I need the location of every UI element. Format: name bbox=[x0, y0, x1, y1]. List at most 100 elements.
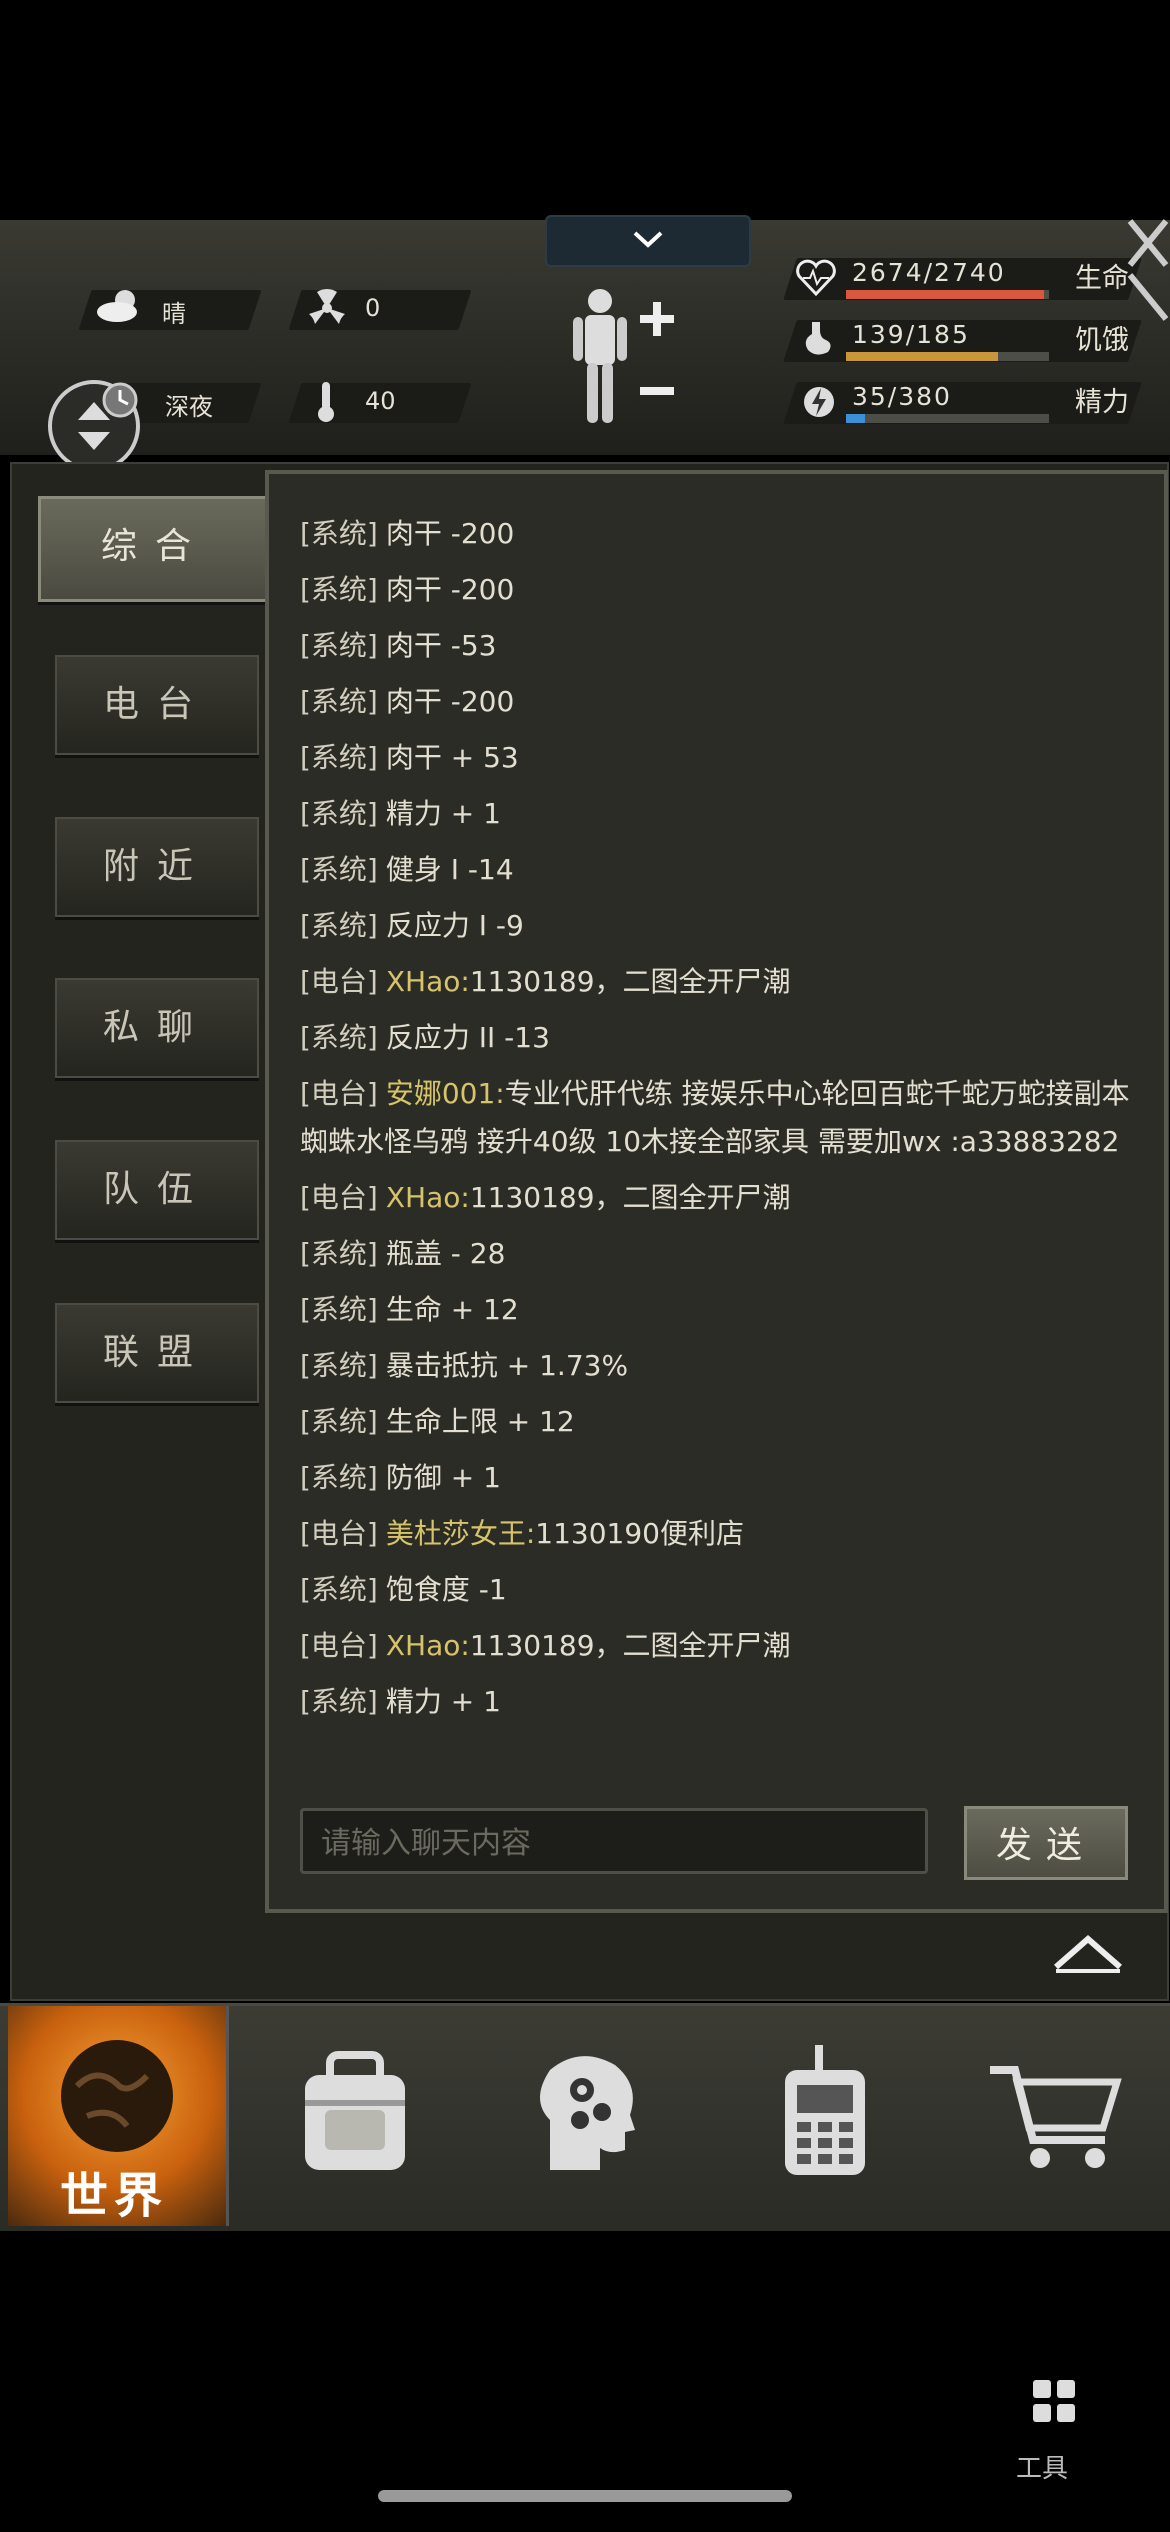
chat-message: [系统] 精力 + 1 bbox=[300, 790, 1140, 838]
walkie-talkie-icon[interactable] bbox=[755, 2040, 895, 2180]
message-channel-tag: [系统] bbox=[300, 741, 378, 774]
message-sender[interactable]: XHao: bbox=[386, 965, 470, 998]
tab-radio[interactable]: 电台 bbox=[55, 655, 259, 755]
message-text: 1130189，二图全开尸潮 bbox=[469, 1629, 791, 1662]
energy-bar-fill bbox=[846, 414, 865, 423]
tab-alliance[interactable]: 联盟 bbox=[55, 1303, 259, 1403]
chat-message: [系统] 肉干 -200 bbox=[300, 566, 1140, 614]
message-text: 反应力 II -13 bbox=[385, 1021, 550, 1054]
message-text: 生命 + 12 bbox=[385, 1293, 519, 1326]
message-channel-tag: [系统] bbox=[300, 517, 378, 550]
chat-message: [系统] 肉干 -53 bbox=[300, 622, 1140, 670]
message-text: 1130189，二图全开尸潮 bbox=[469, 965, 791, 998]
partly-cloudy-icon bbox=[97, 290, 137, 322]
message-text: 肉干 -200 bbox=[385, 573, 515, 606]
weather-value: 晴 bbox=[162, 300, 186, 328]
message-text: 精力 + 1 bbox=[385, 1685, 501, 1718]
message-text: 生命上限 + 12 bbox=[385, 1405, 575, 1438]
chat-message: [电台] XHao:1130189，二图全开尸潮 bbox=[300, 1622, 1140, 1670]
chat-message: [系统] 暴击抵抗 + 1.73% bbox=[300, 1342, 1140, 1390]
message-channel-tag: [系统] bbox=[300, 1293, 378, 1326]
message-channel-tag: [系统] bbox=[300, 909, 378, 942]
expand-up-icon[interactable] bbox=[1048, 1925, 1128, 1975]
home-indicator[interactable] bbox=[378, 2490, 792, 2502]
chat-message: [电台] XHao:1130189，二图全开尸潮 bbox=[300, 958, 1140, 1006]
heart-icon bbox=[796, 259, 836, 297]
health-bar-fill bbox=[846, 290, 1045, 299]
message-channel-tag: [系统] bbox=[300, 685, 378, 718]
chat-message: [系统] 生命 + 12 bbox=[300, 1286, 1140, 1334]
lightning-icon bbox=[804, 387, 834, 417]
message-channel-tag: [电台] bbox=[300, 965, 378, 998]
energy-bar bbox=[846, 414, 1049, 423]
message-text: 反应力 I -9 bbox=[385, 909, 524, 942]
chat-message: [系统] 防御 + 1 bbox=[300, 1454, 1140, 1502]
message-channel-tag: [系统] bbox=[300, 1237, 378, 1270]
message-sender[interactable]: XHao: bbox=[386, 1181, 470, 1214]
send-button[interactable]: 发送 bbox=[964, 1806, 1128, 1880]
close-x-icon[interactable] bbox=[1120, 215, 1170, 325]
collapse-hud-button[interactable] bbox=[545, 215, 751, 267]
hunger-bar-fill bbox=[846, 352, 999, 361]
nav-divider bbox=[226, 2006, 229, 2226]
world-label: 世界 bbox=[60, 2168, 169, 2224]
health-value: 2674/2740 bbox=[852, 258, 1006, 287]
energy-label: 精力 bbox=[1075, 387, 1129, 418]
message-text: 1130189，二图全开尸潮 bbox=[469, 1181, 791, 1214]
health-bar bbox=[846, 290, 1049, 299]
time-of-day-value: 深夜 bbox=[165, 393, 213, 421]
chat-log[interactable]: [系统] 肉干 -200 [系统] 肉干 -200 [系统] 肉干 -53 [系统] 肉干 -… bbox=[300, 510, 1140, 1750]
globe-icon bbox=[61, 2040, 173, 2152]
chat-message: [系统] 瓶盖 - 28 bbox=[300, 1230, 1140, 1278]
chat-input[interactable]: 请输入聊天内容 bbox=[300, 1808, 928, 1874]
message-channel-tag: [系统] bbox=[300, 853, 378, 886]
message-text: 肉干 -53 bbox=[385, 629, 497, 662]
chat-message: [电台] XHao:1130189，二图全开尸潮 bbox=[300, 1174, 1140, 1222]
radiation-icon bbox=[309, 288, 345, 324]
message-text: 健身 I -14 bbox=[385, 853, 514, 886]
shopping-cart-icon[interactable] bbox=[985, 2040, 1125, 2180]
chat-message: [系统] 生命上限 + 12 bbox=[300, 1398, 1140, 1446]
message-sender[interactable]: 安娜001: bbox=[386, 1077, 505, 1110]
chat-message: [系统] 肉干 -200 bbox=[300, 510, 1140, 558]
chat-message: [系统] 反应力 II -13 bbox=[300, 1014, 1140, 1062]
brain-gears-icon[interactable] bbox=[520, 2040, 660, 2180]
hunger-bar bbox=[846, 352, 1049, 361]
backpack-icon[interactable] bbox=[285, 2040, 425, 2180]
character-body-icon[interactable] bbox=[565, 285, 685, 430]
temperature-value: 40 bbox=[365, 387, 396, 415]
message-text: 暴击抵抗 + 1.73% bbox=[385, 1349, 629, 1382]
message-sender[interactable]: XHao: bbox=[386, 1629, 470, 1662]
tab-private[interactable]: 私聊 bbox=[55, 978, 259, 1078]
chat-message: [系统] 反应力 I -9 bbox=[300, 902, 1140, 950]
thermometer-icon bbox=[318, 382, 334, 422]
message-channel-tag: [系统] bbox=[300, 1461, 378, 1494]
stomach-icon bbox=[805, 322, 831, 355]
message-channel-tag: [系统] bbox=[300, 573, 378, 606]
chat-message: [系统] 健身 I -14 bbox=[300, 846, 1140, 894]
message-channel-tag: [电台] bbox=[300, 1517, 378, 1550]
message-channel-tag: [电台] bbox=[300, 1181, 378, 1214]
tools-grid-icon[interactable] bbox=[1031, 2378, 1077, 2424]
nav-world-button[interactable]: 世界 bbox=[8, 2006, 226, 2226]
message-text: 肉干 -200 bbox=[385, 685, 515, 718]
chat-message: [系统] 饱食度 -1 bbox=[300, 1566, 1140, 1614]
hunger-value: 139/185 bbox=[852, 320, 970, 349]
message-text: 肉干 -200 bbox=[385, 517, 515, 550]
message-text: 肉干 + 53 bbox=[385, 741, 519, 774]
message-channel-tag: [系统] bbox=[300, 1349, 378, 1382]
chat-message: [系统] 肉干 + 53 bbox=[300, 734, 1140, 782]
tab-team[interactable]: 队伍 bbox=[55, 1140, 259, 1240]
tab-comprehensive[interactable]: 综合 bbox=[38, 496, 272, 602]
message-text: 精力 + 1 bbox=[385, 797, 501, 830]
chat-message: [电台] 美杜莎女王:1130190便利店 bbox=[300, 1510, 1140, 1558]
tab-nearby[interactable]: 附近 bbox=[55, 817, 259, 917]
chevron-down-icon bbox=[633, 231, 663, 248]
message-text: 瓶盖 - 28 bbox=[385, 1237, 506, 1270]
message-channel-tag: [系统] bbox=[300, 797, 378, 830]
message-channel-tag: [系统] bbox=[300, 629, 378, 662]
message-sender[interactable]: 美杜莎女王: bbox=[386, 1517, 535, 1550]
energy-value: 35/380 bbox=[852, 382, 952, 411]
radiation-value: 0 bbox=[365, 294, 381, 322]
message-channel-tag: [电台] bbox=[300, 1077, 378, 1110]
